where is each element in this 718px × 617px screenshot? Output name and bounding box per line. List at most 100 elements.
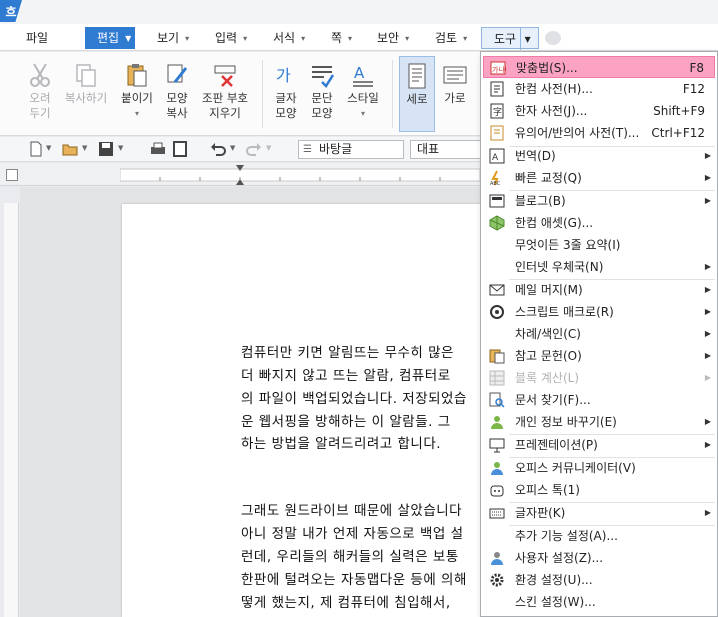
menu-item-references[interactable]: 참고 문헌(O) ▶ — [483, 345, 715, 367]
chevron-down-icon[interactable]: ▼ — [230, 144, 235, 152]
menu-item-keyboard[interactable]: 글자판(K) ▶ — [483, 502, 715, 524]
spell-check-icon: 가나다 — [490, 61, 506, 75]
menu-item-block-calc[interactable]: 블록 계산(L) ▶ — [483, 367, 715, 389]
char-shape-button[interactable]: 가 글자 모양 — [268, 56, 304, 132]
menu-item-mail-merge[interactable]: 메일 머지(M) ▶ — [483, 279, 715, 301]
vertical-label: 세로 — [406, 92, 428, 106]
menu-format[interactable]: 서식 ▾ — [273, 27, 305, 49]
undo-icon[interactable] — [210, 141, 226, 157]
new-document-icon[interactable] — [28, 141, 44, 157]
chevron-down-icon[interactable]: ▼ — [118, 144, 123, 152]
print-icon[interactable] — [150, 141, 166, 157]
vertical-ruler[interactable] — [4, 203, 19, 617]
style-button[interactable]: A 스타일 ▾ — [342, 56, 384, 132]
char-shape-label: 글자 모양 — [275, 91, 297, 120]
open-folder-icon[interactable] — [62, 141, 78, 157]
menu-item-hanja-dictionary[interactable]: 字 한자 사전(J)... Shift+F9 — [483, 100, 715, 122]
menu-item-office-talk[interactable]: 오피스 톡(1) — [483, 479, 715, 501]
chevron-right-icon: ▶ — [704, 307, 711, 316]
vertical-orientation-button[interactable]: 세로 — [399, 56, 435, 132]
menu-item-addon-settings[interactable]: 추가 기능 설정(A)... — [483, 525, 715, 547]
menu-edit[interactable]: 편집 ▼ — [85, 27, 136, 49]
copy-icon — [76, 64, 96, 87]
chevron-down-icon: ▾ — [301, 33, 306, 43]
menu-item-office-communicator[interactable]: 오피스 커뮤니케이터(V) — [483, 457, 715, 479]
chevron-right-icon: ▶ — [704, 151, 711, 160]
menu-item-privacy[interactable]: 개인 정보 바꾸기(E) ▶ — [483, 411, 715, 433]
office-talk-icon — [490, 485, 504, 497]
style-list-icon: ☰ — [303, 144, 312, 155]
document-text-line: 의 파일이 백업되었습니다. 저장되었습 — [241, 391, 467, 407]
menu-view[interactable]: 보기 ▾ — [157, 27, 189, 49]
menubar: 파일 편집 ▼ 보기 ▾ 입력 ▾ 서식 ▾ 쪽 ▾ 보안 ▾ 검토 ▾ 도구 ▾ — [0, 24, 718, 51]
menu-item-spell-check[interactable]: 가나다 맞춤법(S)... F8 — [483, 56, 715, 78]
gear-icon — [490, 573, 504, 587]
style-select[interactable]: ☰ 바탕글 — [298, 140, 404, 159]
document-text-line: 하는 방법을 알려드리려고 합니다. — [241, 436, 442, 452]
menu-item-quick-correct[interactable]: ABC 빠른 교정(Q) ▶ — [483, 167, 715, 189]
menu-security[interactable]: 보안 ▾ — [377, 27, 409, 49]
save-icon[interactable] — [98, 141, 114, 157]
ribbon-divider — [392, 60, 393, 128]
document-text-line: 아니 정말 내가 언제 자동으로 백업 설 — [241, 526, 464, 542]
menu-item-script-macro[interactable]: 스크립트 매크로(R) ▶ — [483, 301, 715, 323]
menu-review[interactable]: 검토 ▾ — [435, 27, 467, 49]
document-text-line: 런데, 우리들의 해커들의 실력은 보통 — [241, 549, 459, 565]
menu-item-toc-index[interactable]: 차례/색인(C) ▶ — [483, 323, 715, 345]
menu-page[interactable]: 쪽 ▾ — [331, 27, 352, 49]
paste-button[interactable]: 붙이기 ▾ — [116, 56, 158, 132]
chevron-down-icon: ▾ — [134, 109, 139, 118]
menu-insert[interactable]: 입력 ▾ — [215, 27, 247, 49]
menu-item-internet-post[interactable]: 인터넷 우체국(N) ▶ — [483, 256, 715, 278]
cut-button[interactable]: 오려 두기 — [20, 56, 60, 132]
chevron-down-icon: ▼ — [125, 33, 132, 43]
preview-icon[interactable] — [172, 141, 188, 157]
chevron-down-icon: ▾ — [360, 109, 365, 118]
document-text-line: 그래도 원드라이브 때문에 살았습니다 — [241, 503, 463, 519]
asset-icon — [489, 215, 505, 231]
chevron-down-icon: ▾ — [463, 33, 468, 43]
paste-label: 붙이기 — [121, 91, 153, 105]
app-logo[interactable]: 흐 — [0, 0, 22, 22]
menu-item-hancom-asset[interactable]: 한컴 애셋(G)... — [483, 212, 715, 234]
menu-file[interactable]: 파일 — [26, 27, 48, 49]
char-shape-icon: 가 — [276, 66, 291, 85]
menu-item-presentation[interactable]: 프레젠테이션(P) ▶ — [483, 434, 715, 456]
chevron-down-icon[interactable]: ▼ — [266, 144, 271, 152]
menu-item-preferences[interactable]: 환경 설정(U)... — [483, 569, 715, 591]
horizontal-label: 가로 — [444, 91, 466, 105]
hanja-dictionary-icon: 字 — [490, 103, 504, 119]
menu-item-user-settings[interactable]: 사용자 설정(Z)... — [483, 547, 715, 569]
chevron-down-icon: ▾ — [348, 33, 353, 43]
menu-item-hancom-dictionary[interactable]: 한컴 사전(H)... F12 — [483, 78, 715, 100]
clear-mark-button[interactable]: 조판 부호 지우기 — [198, 56, 252, 132]
clear-mark-label: 조판 부호 지우기 — [202, 91, 248, 120]
chevron-right-icon: ▶ — [704, 329, 711, 338]
chevron-right-icon: ▶ — [704, 417, 711, 426]
menu-item-find-document[interactable]: 문서 찾기(F)... — [483, 389, 715, 411]
menu-item-blog[interactable]: 블로그(B) ▶ — [483, 190, 715, 212]
font-select[interactable]: 대표 — [410, 140, 482, 159]
chevron-down-icon[interactable]: ▼ — [46, 144, 51, 152]
para-shape-button[interactable]: 문단 모양 — [304, 56, 340, 132]
menu-item-translate[interactable]: A 번역(D) ▶ — [483, 145, 715, 167]
quick-correct-icon: ABC — [490, 170, 501, 186]
ruler-corner-button[interactable] — [6, 169, 18, 181]
redo-icon[interactable] — [246, 141, 262, 157]
tools-dropdown-menu: 가나다 맞춤법(S)... F8 한컴 사전(H)... F12 字 한자 사전… — [480, 51, 718, 617]
menu-item-summary[interactable]: 무엇이든 3줄 요약(I) — [483, 234, 715, 256]
menu-item-thesaurus[interactable]: 유의어/반의어 사전(T)... Ctrl+F12 — [483, 122, 715, 144]
svg-text:A: A — [354, 64, 365, 82]
chevron-down-icon[interactable]: ▼ — [82, 144, 87, 152]
menu-tools[interactable]: 도구 ▾ — [481, 27, 540, 50]
format-copy-button[interactable]: 모양 복사 — [158, 56, 196, 132]
help-icon[interactable] — [545, 31, 561, 45]
chevron-down-icon: ▾ — [243, 33, 248, 43]
document-text-line: 떻게 했는지, 제 컴퓨터에 침입해서, — [241, 595, 451, 611]
document-text-line: 컴퓨터만 키면 알림뜨는 무수히 많은 — [241, 345, 454, 361]
svg-text:字: 字 — [493, 106, 502, 118]
horizontal-orientation-button[interactable]: 가로 — [437, 56, 473, 132]
privacy-icon — [491, 416, 503, 429]
copy-button[interactable]: 복사하기 — [62, 56, 110, 132]
menu-item-skin-settings[interactable]: 스킨 설정(W)... — [483, 591, 715, 613]
